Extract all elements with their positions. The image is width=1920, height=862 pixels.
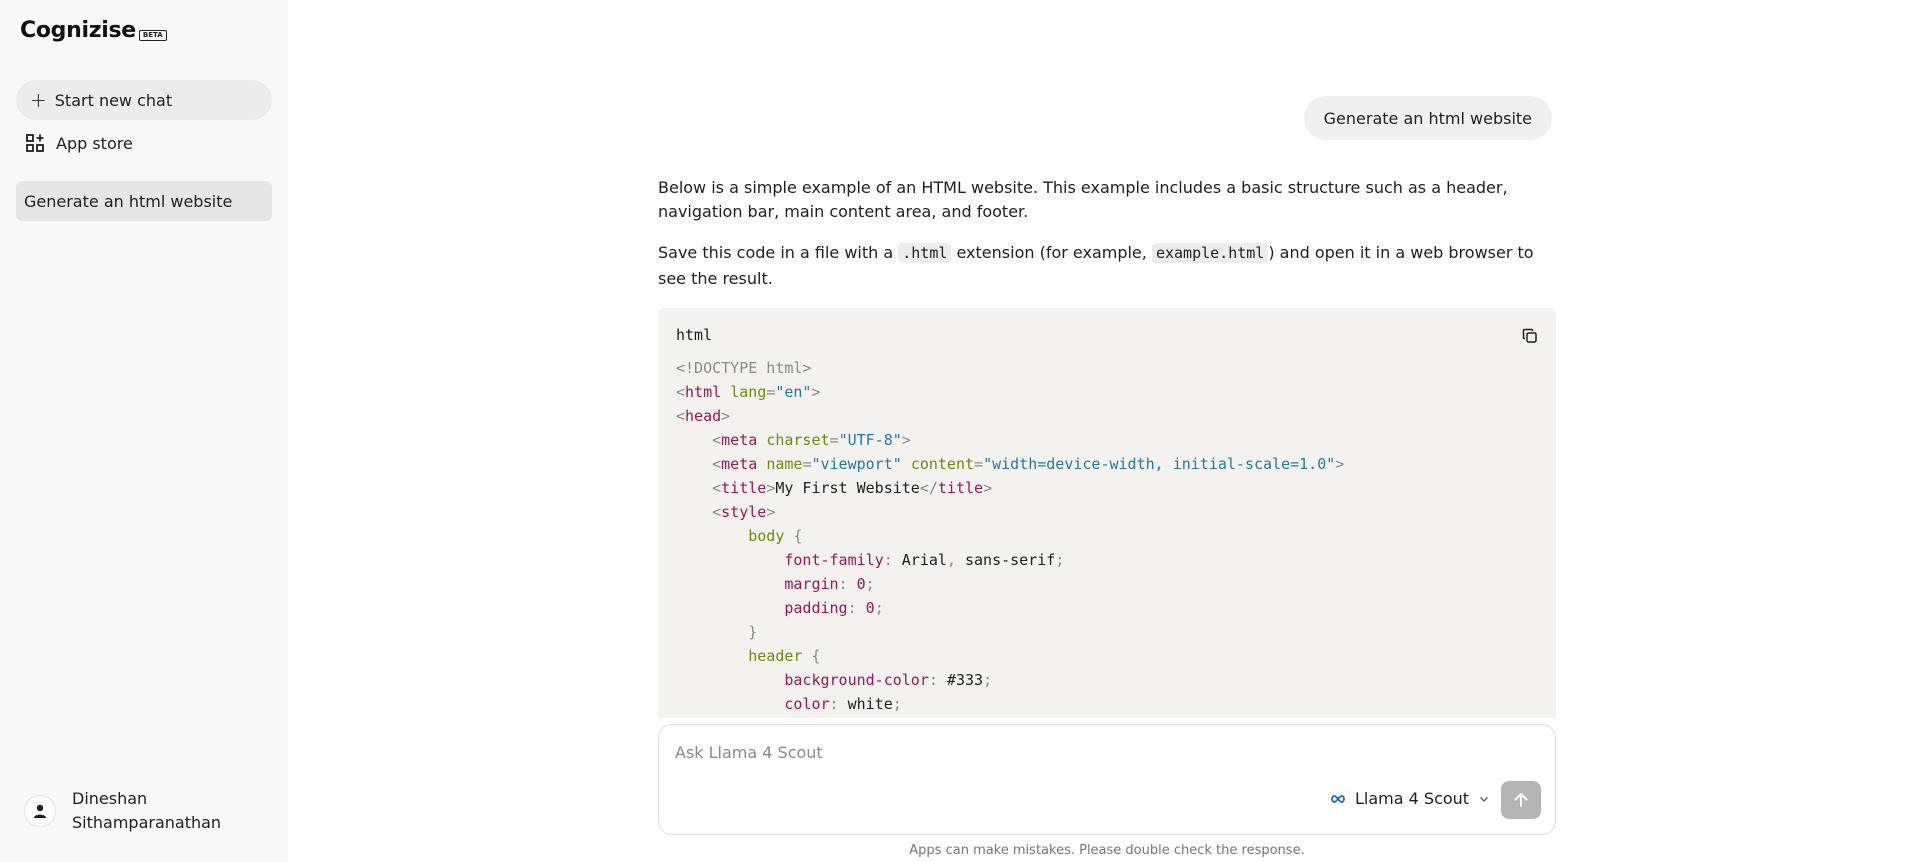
composer: Llama 4 Scout — [658, 724, 1556, 835]
model-selector[interactable]: Llama 4 Scout — [1331, 789, 1489, 808]
answer-text: Save this code in a file with a — [658, 243, 899, 262]
user-profile[interactable]: Dineshan Sithamparanathan — [24, 787, 232, 835]
inline-code: .html — [898, 243, 952, 263]
assistant-answer: Below is a simple example of an HTML web… — [658, 176, 1556, 310]
disclaimer-text: Apps can make mistakes. Please double ch… — [909, 843, 1305, 858]
answer-paragraph-2: Save this code in a file with a .html ex… — [658, 240, 1556, 292]
logo[interactable]: Cognizise BETA — [20, 18, 167, 43]
app-store-link[interactable]: App store — [25, 133, 133, 153]
user-message-text: Generate an html website — [1323, 108, 1532, 128]
app-grid-icon — [26, 134, 44, 152]
code-content: <!DOCTYPE html> <html lang="en"> <head> … — [676, 359, 1345, 713]
code-block: html <!DOCTYPE html> <html lang="en"> <h… — [658, 308, 1556, 718]
start-new-chat-button[interactable]: + Start new chat — [16, 80, 272, 120]
answer-paragraph-1: Below is a simple example of an HTML web… — [658, 178, 1508, 221]
beta-badge: BETA — [138, 30, 167, 41]
sidebar: Cognizise BETA + Start new chat App stor… — [0, 0, 288, 862]
start-new-chat-label: Start new chat — [54, 90, 173, 110]
history-item[interactable]: Generate an html website — [16, 181, 272, 221]
model-name: Llama 4 Scout — [1355, 789, 1470, 808]
chevron-down-icon — [1480, 796, 1489, 802]
history-item-label: Generate an html website — [24, 191, 233, 211]
person-icon — [34, 804, 46, 818]
logo-text: Cognizise — [20, 18, 136, 43]
user-message-bubble: Generate an html website — [1303, 96, 1552, 140]
copy-icon — [1522, 328, 1537, 343]
meta-infinity-icon — [1331, 794, 1345, 803]
avatar — [24, 795, 56, 827]
arrow-up-icon — [1514, 793, 1528, 807]
answer-text: extension (for example, — [951, 243, 1152, 262]
code-language-label: html — [676, 326, 713, 344]
send-button[interactable] — [1501, 781, 1541, 819]
app-store-label: App store — [56, 133, 133, 153]
inline-code: example.html — [1151, 243, 1269, 263]
message-input[interactable] — [675, 743, 1535, 762]
copy-code-button[interactable] — [1522, 328, 1538, 348]
user-name: Dineshan Sithamparanathan — [72, 789, 222, 832]
plus-icon: + — [30, 88, 47, 112]
